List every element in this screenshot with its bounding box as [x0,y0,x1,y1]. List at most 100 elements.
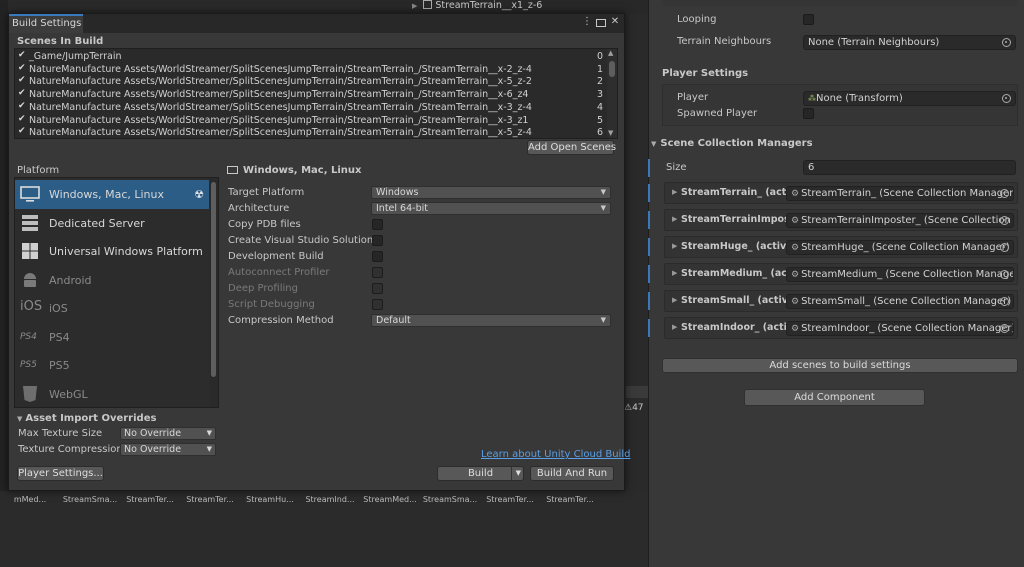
scene-checkbox[interactable]: ✔ [18,126,26,136]
scenes-list[interactable]: ✔ _Game/JumpTerrain 0 ✔ NatureManufacture A… [14,48,618,139]
platform-item-uwp[interactable]: Universal Windows Platform [15,237,210,266]
collection-item[interactable]: ▶ StreamTerrainImposter_ (active) ⚙Strea… [664,209,1018,231]
scene-row[interactable]: ✔ NatureManufacture Assets/WorldStreamer/… [15,126,605,140]
expand-arrow-icon[interactable]: ▶ [412,2,417,10]
collection-manager-field[interactable]: ⚙ StreamIndoor_ (Scene Collection Manager… [786,321,1014,336]
collection-manager-field[interactable]: ⚙ StreamMedium_ (Scene Collection Manager… [786,267,1014,282]
asset-item[interactable]: StreamSma... [420,495,480,507]
expand-arrow-icon[interactable]: ▶ [672,215,677,223]
asset-item[interactable]: StreamHu... [240,495,300,507]
expand-arrow-icon[interactable]: ▶ [672,188,677,196]
scroll-down-icon[interactable]: ▼ [608,129,613,137]
asset-item[interactable]: mMed... [0,495,60,507]
scrollbar-thumb[interactable] [609,61,615,77]
scene-checkbox[interactable]: ✔ [18,75,26,85]
platform-list[interactable]: Windows, Mac, Linux ☢ Dedicated Server U… [14,177,219,408]
expand-arrow-icon[interactable]: ▶ [672,323,677,331]
collection-item[interactable]: ▶ StreamSmall_ (active) ⚙ StreamSmall_ (S… [664,290,1018,312]
asset-item[interactable]: StreamTer... [180,495,240,507]
build-and-run-button[interactable]: Build And Run [530,466,614,481]
platform-item-ps4[interactable]: PS4 PS4 [15,323,210,352]
asset-item[interactable]: StreamMed... [360,495,420,507]
collection-item[interactable]: ▶ StreamTerrain_ (active) ⚙StreamTerrain… [664,182,1018,204]
unity-cloud-build-link[interactable]: Learn about Unity Cloud Build [481,449,630,460]
asset-item[interactable]: StreamSma... [60,495,120,507]
scroll-up-icon[interactable]: ▲ [608,49,613,57]
add-open-scenes-button[interactable]: Add Open Scenes [527,140,616,155]
asset-item[interactable]: StreamTer... [480,495,540,507]
scm-foldout[interactable]: ▼ Scene Collection Managers [651,138,813,149]
platform-item-webgl[interactable]: WebGL [15,380,210,408]
object-picker-icon[interactable] [1000,189,1009,198]
collection-item[interactable]: ▶ StreamIndoor_ (active) ⚙StreamIndoor_ … [664,317,1018,339]
terrain-neighbours-field[interactable]: None (Terrain Neighbours) [803,35,1016,50]
create-vs-checkbox[interactable] [372,235,383,246]
hierarchy-item[interactable]: ▶ StreamTerrain__x1_z-6 [412,0,542,11]
script-icon: ⚙ [791,216,800,226]
object-picker-icon[interactable] [1000,324,1009,333]
expand-arrow-icon[interactable]: ▶ [672,296,677,304]
copy-pdb-checkbox[interactable] [372,219,383,230]
collection-item[interactable]: ▶ StreamMedium_ (active) ⚙StreamMedium_ … [664,263,1018,285]
target-platform-dropdown[interactable]: Windows ▼ [371,186,611,199]
collection-manager-field[interactable]: ⚙ StreamTerrainImposter_ (Scene Collectio… [786,213,1014,228]
close-icon[interactable]: ✕ [610,16,620,30]
spawned-player-checkbox[interactable] [803,108,814,119]
scrollbar-thumb[interactable] [211,182,216,377]
platform-item-windows[interactable]: Windows, Mac, Linux ☢ [15,180,210,209]
maximize-icon[interactable] [596,16,606,30]
object-picker-icon[interactable] [1000,243,1009,252]
compression-method-dropdown[interactable]: Default ▼ [371,314,611,327]
expand-arrow-icon[interactable]: ▶ [672,269,677,277]
build-options-dropdown-icon[interactable]: ▼ [510,467,521,480]
scenes-scrollbar[interactable]: ▲ ▼ [607,49,617,138]
scene-row[interactable]: ✔ NatureManufacture Assets/WorldStreamer/… [15,75,605,89]
platform-item-ps5[interactable]: PS5 PS5 [15,351,210,380]
asset-import-overrides-foldout[interactable]: ▼ Asset Import Overrides [17,413,156,424]
spawned-player-label: Spawned Player [677,108,758,119]
scene-row[interactable]: ✔ NatureManufacture Assets/WorldStreamer/… [15,63,605,77]
player-settings-button[interactable]: Player Settings... [17,466,104,481]
collection-manager-field[interactable]: ⚙ StreamSmall_ (Scene Collection Manager) [786,294,1014,309]
looping-checkbox[interactable] [803,14,814,25]
collection-manager-field[interactable]: ⚙ StreamHuge_ (Scene Collection Manager) [786,240,1014,255]
collection-manager-field[interactable]: ⚙ StreamTerrain_ (Scene Collection Manage… [786,186,1014,201]
scene-checkbox[interactable]: ✔ [18,63,26,73]
scene-row[interactable]: ✔ NatureManufacture Assets/WorldStreamer/… [15,88,605,102]
development-build-checkbox[interactable] [372,251,383,262]
asset-item[interactable]: StreamTer... [540,495,600,507]
scene-row[interactable]: ✔ NatureManufacture Assets/WorldStreamer/… [15,114,605,128]
max-texture-size-dropdown[interactable]: No Override ▼ [120,427,216,440]
object-picker-icon[interactable] [1000,216,1009,225]
size-field[interactable]: 6 [803,160,1016,175]
expand-arrow-icon[interactable]: ▶ [672,242,677,250]
platform-item-android[interactable]: Android [15,266,210,295]
object-picker-icon[interactable] [1002,94,1011,103]
object-picker-icon[interactable] [1000,297,1009,306]
scene-checkbox[interactable]: ✔ [18,114,26,124]
scene-row[interactable]: ✔ _Game/JumpTerrain 0 [15,50,605,64]
texture-compression-row: Texture Compression No Override ▼ [18,442,218,457]
object-picker-icon[interactable] [1000,270,1009,279]
texture-compression-dropdown[interactable]: No Override ▼ [120,443,216,456]
platform-item-ios[interactable]: iOS iOS [15,294,210,323]
build-button[interactable]: Build ▼ [437,466,524,481]
object-picker-icon[interactable] [1002,38,1011,47]
add-scenes-to-build-button[interactable]: Add scenes to build settings [662,358,1018,373]
build-settings-tab[interactable]: Build Settings [9,14,83,33]
platform-scrollbar[interactable] [209,178,218,407]
scene-row[interactable]: ✔ NatureManufacture Assets/WorldStreamer/… [15,101,605,115]
unity-logo-icon: ☢ [194,188,204,201]
more-options-icon[interactable]: ⋮ [582,16,592,30]
collection-item[interactable]: ▶ StreamHuge_ (active) ⚙ StreamHuge_ (Sce… [664,236,1018,258]
platform-item-dedicated-server[interactable]: Dedicated Server [15,209,210,238]
add-component-button[interactable]: Add Component [744,389,925,406]
architecture-dropdown[interactable]: Intel 64-bit ▼ [371,202,611,215]
asset-item[interactable]: StreamTer... [120,495,180,507]
player-field[interactable]: ⁂None (Transform) [803,91,1016,106]
scene-checkbox[interactable]: ✔ [18,50,26,60]
scene-checkbox[interactable]: ✔ [18,88,26,98]
scene-checkbox[interactable]: ✔ [18,101,26,111]
asset-item[interactable]: StreamInd... [300,495,360,507]
modified-indicator [648,319,650,337]
